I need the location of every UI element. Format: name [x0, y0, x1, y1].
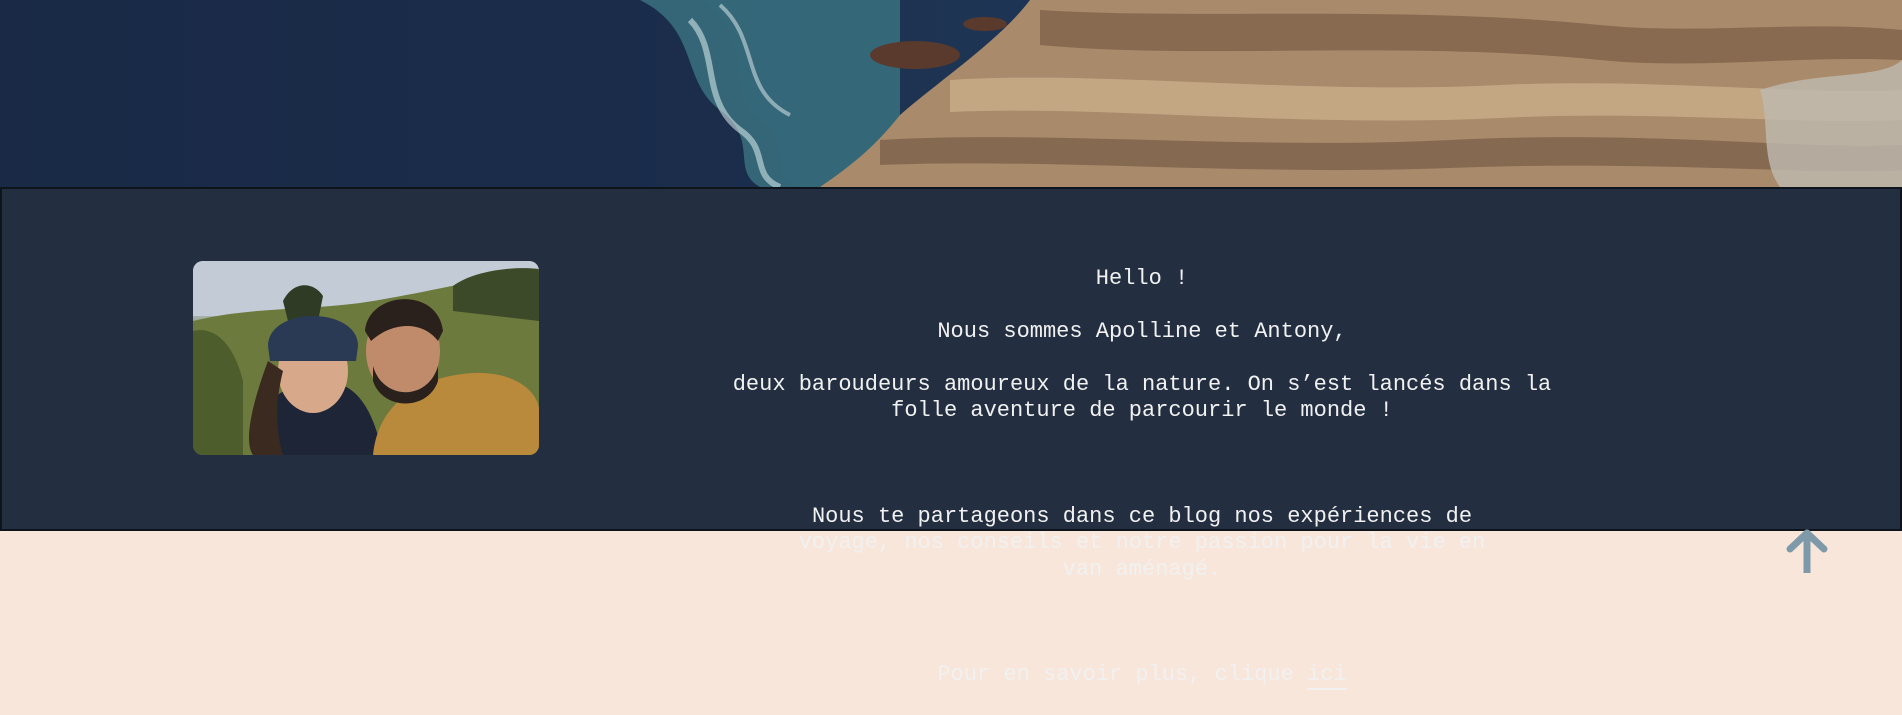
couple-photo	[193, 261, 539, 455]
scroll-to-top-button[interactable]	[1785, 527, 1829, 577]
more-info-prefix: Pour en savoir plus, clique	[937, 662, 1308, 687]
more-info: Pour en savoir plus, clique ici	[642, 662, 1642, 690]
about-link[interactable]: ici	[1307, 662, 1347, 690]
intro-text: deux baroudeurs amoureux de la nature. O…	[732, 371, 1552, 424]
greeting: Hello !	[1095, 265, 1189, 291]
about-section: Hello ! Nous sommes Apolline et Antony, …	[0, 187, 1902, 690]
intro-line: Nous sommes Apolline et Antony,	[937, 318, 1347, 344]
about-text: Hello ! Nous sommes Apolline et Antony, …	[642, 239, 1642, 715]
hero-image	[0, 0, 1902, 187]
arrow-up-icon	[1786, 529, 1828, 577]
blog-description: Nous te partageons dans ce blog nos expé…	[798, 503, 1486, 582]
